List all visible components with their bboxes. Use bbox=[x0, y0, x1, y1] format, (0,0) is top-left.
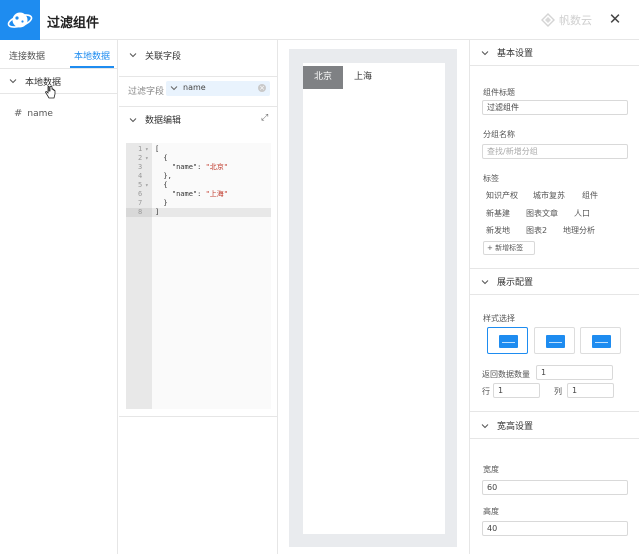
hand-cursor-icon bbox=[44, 85, 56, 103]
preview-component: 北京 上海 bbox=[303, 63, 445, 534]
chevron-down-icon bbox=[170, 86, 178, 91]
json-code-editor[interactable]: 1 ▾ [ 2 ▾ { 3 "name": "北京" 4 }, 5 ▾ { 6 "na… bbox=[126, 143, 271, 409]
chevron-down-icon bbox=[481, 423, 489, 428]
brand-name: 帆数云 bbox=[559, 14, 592, 27]
width-input[interactable]: 60 bbox=[482, 480, 628, 495]
brand-watermark: 帆数云 bbox=[541, 12, 592, 28]
style-option-1[interactable] bbox=[487, 327, 528, 354]
component-title-input[interactable]: 过滤组件 bbox=[482, 100, 628, 115]
data-edit-title: 数据编辑 bbox=[145, 116, 182, 126]
size-settings-title: 宽高设置 bbox=[497, 422, 534, 432]
tag-item[interactable]: 城市复苏 bbox=[533, 190, 565, 201]
style-preview-icon bbox=[592, 335, 611, 348]
chevron-down-icon bbox=[129, 117, 137, 122]
return-count-input[interactable]: 1 bbox=[536, 365, 613, 380]
chevron-down-icon bbox=[9, 79, 17, 84]
page-title: 过滤组件 bbox=[47, 16, 100, 31]
group-name-input[interactable]: 查找/新增分组 bbox=[482, 144, 628, 159]
column-input[interactable]: 1 bbox=[567, 383, 614, 398]
add-tag-button[interactable]: + 新增标签 bbox=[483, 241, 535, 255]
display-config-header[interactable]: 展示配置 bbox=[470, 269, 639, 295]
field-item-name[interactable]: # name bbox=[14, 108, 53, 119]
related-field-title: 关联字段 bbox=[145, 51, 182, 62]
row-input[interactable]: 1 bbox=[493, 383, 540, 398]
chevron-down-icon bbox=[129, 53, 137, 58]
width-label: 宽度 bbox=[483, 465, 499, 474]
tag-item[interactable]: 新基建 bbox=[486, 208, 510, 219]
data-edit-section-header[interactable]: 数据编辑 bbox=[119, 106, 278, 132]
tag-item[interactable]: 图表文章 bbox=[526, 208, 558, 219]
expand-icon[interactable]: ⤢ bbox=[261, 113, 268, 123]
tag-item[interactable]: 知识产权 bbox=[486, 190, 518, 201]
chevron-down-icon bbox=[481, 50, 489, 55]
filter-field-row: 过滤字段 name × bbox=[119, 76, 278, 98]
style-option-3[interactable] bbox=[580, 327, 621, 354]
style-select-label: 样式选择 bbox=[483, 314, 515, 323]
tag-item[interactable]: 人口 bbox=[574, 208, 590, 219]
filter-field-select[interactable]: name × bbox=[166, 81, 270, 96]
tag-item[interactable]: 地理分析 bbox=[563, 225, 595, 236]
divider bbox=[470, 411, 639, 412]
divider bbox=[119, 416, 278, 417]
height-input[interactable]: 40 bbox=[482, 521, 628, 536]
filter-field-value: name bbox=[183, 83, 206, 92]
style-option-2[interactable] bbox=[534, 327, 575, 354]
clear-icon[interactable]: × bbox=[258, 84, 266, 92]
basic-settings-header[interactable]: 基本设置 bbox=[470, 40, 639, 66]
data-source-tabs: 连接数据 本地数据 bbox=[0, 40, 118, 68]
related-field-section-header[interactable]: 关联字段 bbox=[119, 42, 278, 68]
basic-settings-title: 基本设置 bbox=[497, 49, 534, 59]
filter-field-label: 过滤字段 bbox=[128, 87, 165, 97]
tab-connect-data[interactable]: 连接数据 bbox=[9, 49, 45, 62]
preview-canvas: 北京 上海 bbox=[289, 49, 457, 547]
size-settings-header[interactable]: 宽高设置 bbox=[470, 413, 639, 439]
close-button[interactable]: ✕ bbox=[607, 10, 623, 28]
tab-local-data[interactable]: 本地数据 bbox=[74, 49, 110, 62]
planet-icon bbox=[7, 12, 33, 28]
settings-panel: 基本设置 组件标题 过滤组件 分组名称 查找/新增分组 标签 知识产权 城市复苏… bbox=[469, 40, 639, 554]
preview-tab-shanghai[interactable]: 上海 bbox=[347, 66, 379, 89]
brand-diamond-icon bbox=[541, 13, 555, 27]
local-data-section-header[interactable]: 本地数据 bbox=[0, 68, 118, 94]
app-header: 过滤组件 帆数云 ✕ bbox=[0, 0, 639, 40]
component-title-label: 组件标题 bbox=[483, 88, 515, 97]
preview-tab-beijing[interactable]: 北京 bbox=[303, 66, 343, 89]
number-field-icon: # bbox=[14, 108, 23, 119]
app-logo bbox=[0, 0, 40, 40]
tags-label: 标签 bbox=[483, 174, 499, 183]
display-config-title: 展示配置 bbox=[497, 278, 534, 288]
height-label: 高度 bbox=[483, 507, 499, 516]
active-line-highlight bbox=[152, 208, 271, 217]
style-preview-icon bbox=[499, 335, 518, 348]
tag-item[interactable]: 组件 bbox=[582, 190, 598, 201]
chevron-down-icon bbox=[481, 279, 489, 284]
tag-item[interactable]: 新发地 bbox=[486, 225, 510, 236]
data-source-panel: 连接数据 本地数据 本地数据 # name bbox=[0, 40, 118, 554]
column-label: 列 bbox=[554, 387, 562, 396]
group-name-label: 分组名称 bbox=[483, 130, 515, 139]
tag-item[interactable]: 图表2 bbox=[526, 225, 547, 236]
return-count-label: 返回数据数量 bbox=[482, 370, 530, 379]
row-label: 行 bbox=[482, 387, 490, 396]
style-preview-icon bbox=[546, 335, 565, 348]
field-config-panel: 关联字段 过滤字段 name × 数据编辑 ⤢ 1 ▾ [ 2 ▾ { 3 "nam… bbox=[119, 40, 278, 554]
field-name-label: name bbox=[27, 108, 53, 119]
